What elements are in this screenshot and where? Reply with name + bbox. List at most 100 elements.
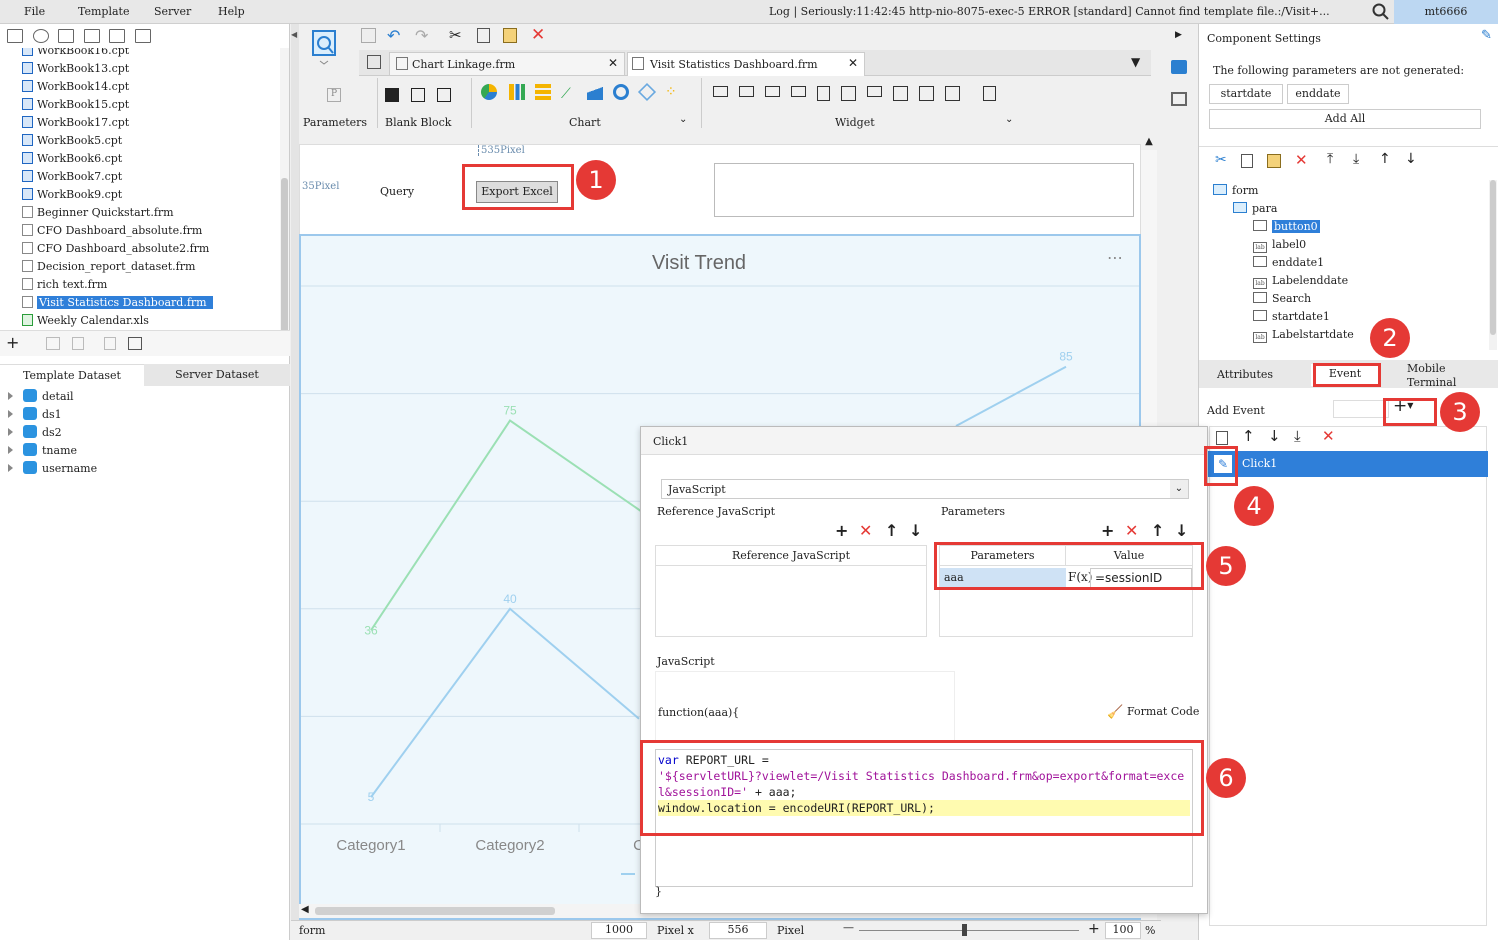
search-icon[interactable]	[1372, 3, 1390, 21]
tab-mobile-terminal[interactable]: Mobile Terminal	[1407, 362, 1467, 390]
file-item[interactable]: CFO Dashboard_absolute.frm	[22, 222, 202, 240]
param-startdate[interactable]: startdate	[1209, 84, 1283, 104]
cut-icon[interactable]: ✂	[1215, 152, 1227, 168]
file-item[interactable]: WorkBook5.cpt	[22, 132, 122, 150]
pie-chart-icon[interactable]	[481, 84, 497, 100]
radio-widget-icon[interactable]	[945, 86, 960, 101]
copy-icon[interactable]	[477, 28, 490, 43]
delete-icon[interactable]: ✕	[1295, 151, 1308, 169]
open-icon[interactable]	[58, 29, 74, 43]
width-field[interactable]: 1000	[591, 922, 647, 939]
preview-dataset-icon[interactable]	[104, 337, 116, 350]
dataset-item[interactable]: ds2	[8, 424, 62, 442]
undo-icon[interactable]: ↶	[387, 26, 400, 45]
delete-dataset-icon[interactable]	[72, 337, 84, 350]
file-item[interactable]: Decision_report_dataset.frm	[22, 258, 195, 276]
tab-chart-linkage[interactable]: Chart Linkage.frm ✕	[389, 52, 625, 76]
grid-icon[interactable]	[367, 55, 381, 69]
add-icon[interactable]: +	[1101, 521, 1114, 540]
user-badge[interactable]: mt6666	[1394, 0, 1498, 24]
gauge-chart-icon[interactable]	[613, 84, 629, 100]
add-all-button[interactable]: Add All	[1209, 109, 1481, 129]
param-enddate[interactable]: enddate	[1287, 84, 1349, 104]
expand-triangle-icon[interactable]	[8, 428, 13, 436]
query-param-area[interactable]	[714, 163, 1134, 217]
save-icon[interactable]	[361, 28, 376, 43]
button-widget-icon[interactable]	[713, 86, 728, 97]
file-item[interactable]: Beginner Quickstart.frm	[22, 204, 174, 222]
textbox-widget-icon[interactable]	[765, 86, 780, 97]
zoom-slider-thumb[interactable]	[962, 924, 967, 936]
tab-server-dataset[interactable]: Server Dataset	[144, 364, 290, 386]
log-text[interactable]: Log | Seriously:11:42:45 http-nio-8075-e…	[769, 5, 1330, 18]
copy-icon[interactable]	[134, 29, 151, 43]
delete-icon[interactable]	[109, 29, 125, 43]
tree-node[interactable]: enddate1	[1253, 254, 1324, 272]
move-bottom-icon[interactable]: ⤓	[1294, 427, 1301, 445]
chart-expand-icon[interactable]: ⌄	[679, 114, 687, 125]
tree-node[interactable]: lab Labelstartdate	[1253, 326, 1354, 344]
file-item[interactable]: CFO Dashboard_absolute2.frm	[22, 240, 209, 258]
event-type-dropdown[interactable]: JavaScript ⌄	[661, 479, 1189, 499]
radar-chart-icon[interactable]	[637, 82, 657, 102]
stacked-bar-icon[interactable]	[535, 84, 551, 100]
move-down-icon[interactable]: ↓	[1175, 521, 1188, 540]
area-chart-icon[interactable]	[587, 84, 603, 100]
file-item[interactable]: WorkBook14.cpt	[22, 78, 129, 96]
format-code-button[interactable]: Format Code	[1127, 705, 1199, 718]
file-tree-scrollbar[interactable]	[280, 48, 289, 354]
delete-icon[interactable]: ✕	[531, 25, 545, 45]
line-chart-icon[interactable]: ⟋	[561, 86, 571, 102]
move-up-icon[interactable]: ↑	[1242, 427, 1255, 445]
height-field[interactable]: 556	[709, 922, 767, 939]
edit-icon[interactable]	[83, 29, 100, 43]
tree-node[interactable]: button0	[1253, 218, 1320, 236]
move-down-icon[interactable]: ↓	[909, 521, 922, 540]
zoom-out-icon[interactable]: —	[843, 921, 854, 934]
redo-icon[interactable]: ↷	[415, 26, 428, 45]
number-widget-icon[interactable]	[867, 86, 882, 97]
menu-file[interactable]: File	[24, 5, 45, 18]
dropdown-widget-icon[interactable]	[791, 86, 806, 97]
move-up-icon[interactable]: ↑	[1379, 151, 1391, 167]
collapse-strip[interactable]: ◀	[291, 24, 299, 940]
dataset-item[interactable]: detail	[8, 388, 74, 406]
close-icon[interactable]: ✕	[608, 56, 618, 70]
expand-triangle-icon[interactable]	[8, 446, 13, 454]
date-widget-icon[interactable]	[841, 86, 856, 101]
bar-chart-icon[interactable]	[509, 84, 525, 100]
event-type-select[interactable]	[1333, 400, 1389, 418]
textarea-widget-icon[interactable]	[893, 86, 908, 101]
file-item[interactable]: WorkBook9.cpt	[22, 186, 122, 204]
layout-icon[interactable]	[1171, 92, 1187, 106]
tab-attributes[interactable]: Attributes	[1217, 368, 1273, 381]
move-down-icon[interactable]: ↓	[1405, 151, 1417, 167]
move-top-icon[interactable]: ⤒	[1327, 151, 1333, 167]
move-bottom-icon[interactable]: ⤓	[1353, 151, 1359, 167]
dataset-item[interactable]: username	[8, 460, 97, 478]
format-code-icon[interactable]: 🧹	[1107, 705, 1123, 720]
expand-triangle-icon[interactable]	[8, 410, 13, 418]
scatter-chart-icon[interactable]: ⁘	[665, 84, 677, 100]
file-item[interactable]: Weekly Calendar.xls	[22, 312, 149, 330]
preview-icon[interactable]	[311, 29, 339, 65]
move-up-icon[interactable]: ↑	[885, 521, 898, 540]
file-item[interactable]: rich text.frm	[22, 276, 107, 294]
refresh-icon[interactable]	[32, 29, 49, 43]
menu-help[interactable]: Help	[218, 5, 245, 18]
parameters-icon[interactable]: P	[327, 88, 341, 102]
expand-triangle-icon[interactable]	[8, 392, 13, 400]
copy-icon[interactable]	[1241, 154, 1253, 168]
file-item[interactable]: WorkBook16.cpt	[22, 48, 129, 60]
delete-event-icon[interactable]: ✕	[1322, 427, 1335, 445]
dataset-item[interactable]: tname	[8, 442, 77, 460]
tab-visit-statistics[interactable]: Visit Statistics Dashboard.frm ✕	[627, 52, 865, 76]
event-item-click1[interactable]: ✎ Click1	[1208, 451, 1488, 477]
menu-server[interactable]: Server	[154, 5, 191, 18]
blank-block-icon[interactable]	[385, 88, 399, 102]
menu-template[interactable]: Template	[78, 5, 129, 18]
new-folder-icon[interactable]	[7, 29, 23, 43]
absolute-block-icon[interactable]	[437, 88, 451, 102]
tree-node[interactable]: Search	[1253, 290, 1311, 308]
tree-node[interactable]: para	[1233, 200, 1277, 218]
